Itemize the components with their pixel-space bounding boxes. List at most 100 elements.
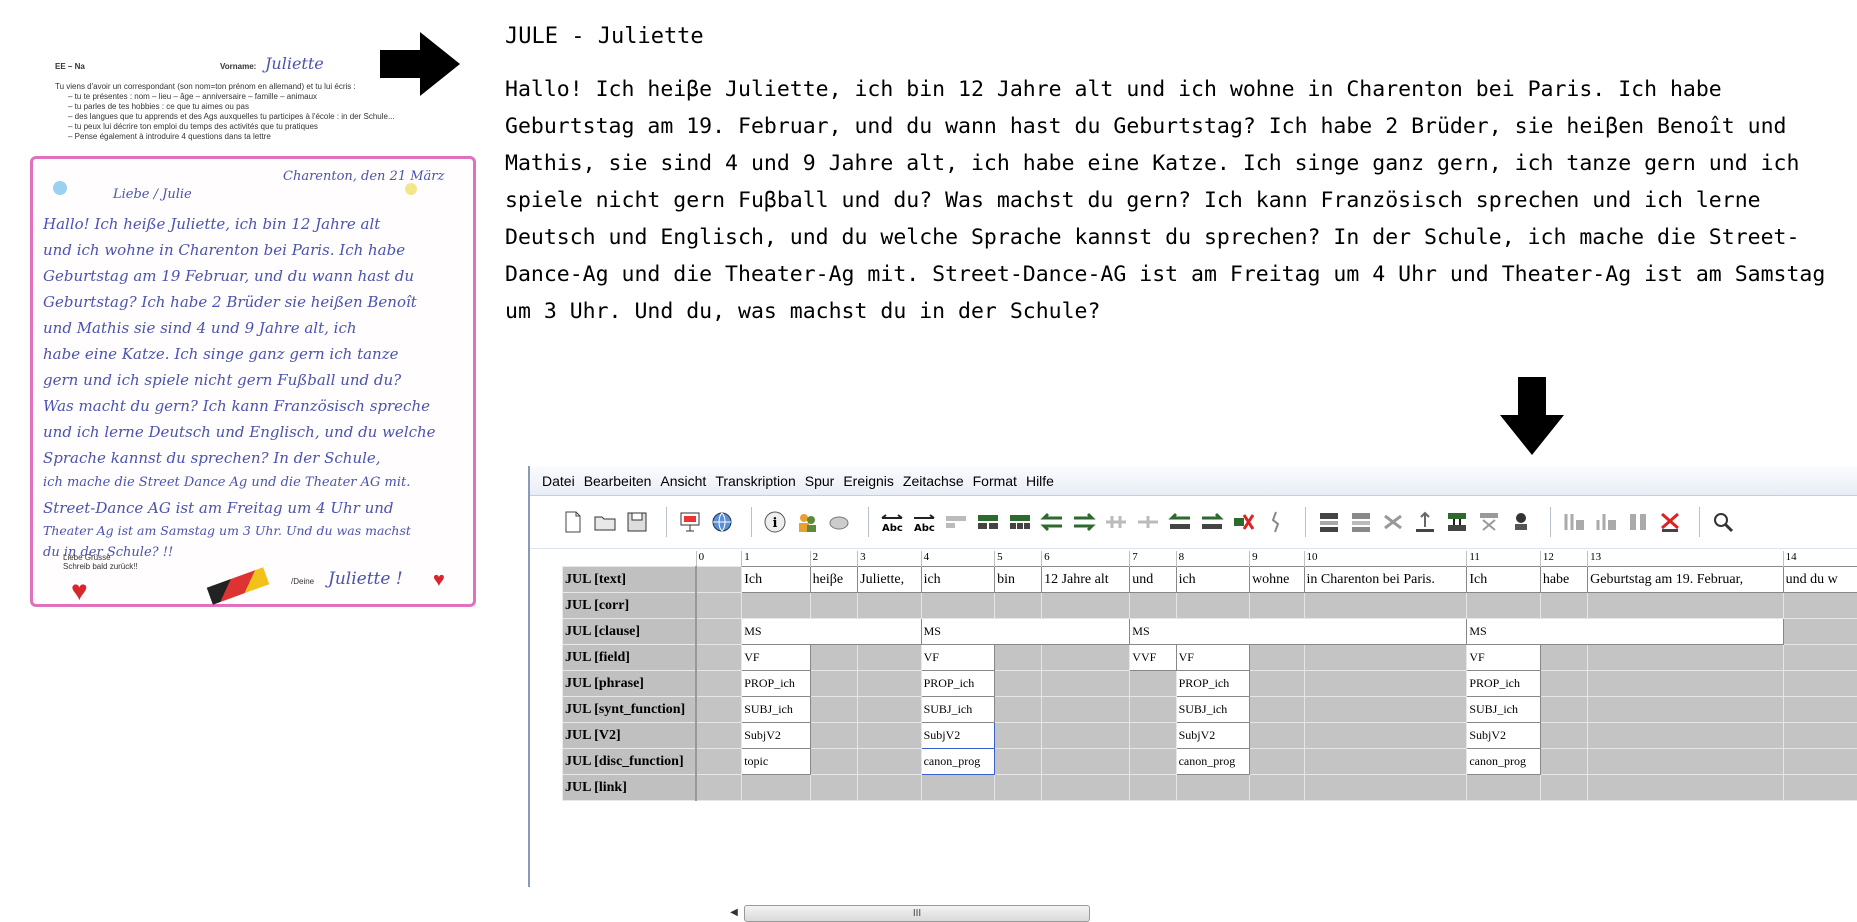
event-cell[interactable]: MS	[742, 619, 921, 645]
timeline-split-icon[interactable]	[1625, 509, 1651, 535]
tier-label[interactable]: JUL [V2]	[563, 723, 697, 749]
menu-format[interactable]: Format	[973, 473, 1017, 489]
column-header[interactable]: 10	[1304, 551, 1467, 567]
split-event-icon[interactable]: Abc	[879, 509, 905, 535]
event-cell[interactable]: MS	[1130, 619, 1467, 645]
menu-transkription[interactable]: Transkription	[715, 473, 795, 489]
break-icon[interactable]	[1263, 509, 1289, 535]
event-cell[interactable]: VF	[742, 645, 810, 671]
column-header[interactable]: 12	[1540, 551, 1587, 567]
tier-label[interactable]: JUL [field]	[563, 645, 697, 671]
tier-label[interactable]: JUL [link]	[563, 775, 697, 801]
tier-remove-icon[interactable]	[1380, 509, 1406, 535]
grid-disabled-icon[interactable]	[943, 509, 969, 535]
extend-left-icon[interactable]	[1167, 509, 1193, 535]
event-cell[interactable]: SubjV2	[1467, 723, 1541, 749]
column-header[interactable]: 2	[810, 551, 858, 567]
horizontal-scrollbar[interactable]: ◀ III	[726, 904, 1086, 921]
event-cell[interactable]: topic	[742, 749, 810, 775]
event-cell[interactable]: Geburtstag am 19. Februar,	[1588, 567, 1783, 593]
tier-swap-icon[interactable]	[1444, 509, 1470, 535]
event-cell[interactable]: wohne	[1250, 567, 1304, 593]
column-header[interactable]: 4	[921, 551, 995, 567]
globe-icon[interactable]	[709, 509, 735, 535]
event-cell[interactable]: Juliette,	[858, 567, 921, 593]
menu-spur[interactable]: Spur	[805, 473, 835, 489]
menu-ereignis[interactable]: Ereignis	[843, 473, 894, 489]
column-header[interactable]: 8	[1176, 551, 1250, 567]
column-header[interactable]: 11	[1467, 551, 1541, 567]
event-cell[interactable]: heiβe	[810, 567, 858, 593]
menu-datei[interactable]: Datei	[542, 473, 575, 489]
merge-event-icon[interactable]: Abc	[911, 509, 937, 535]
event-cell[interactable]: MS	[921, 619, 1130, 645]
menu-ansicht[interactable]: Ansicht	[660, 473, 706, 489]
tier-properties-icon[interactable]	[1348, 509, 1374, 535]
event-cell[interactable]: canon_prog	[1467, 749, 1541, 775]
event-cell[interactable]: Ich	[1467, 567, 1541, 593]
event-cell[interactable]: VF	[1467, 645, 1541, 671]
search-icon[interactable]	[1710, 509, 1736, 535]
tier-up-icon[interactable]	[1412, 509, 1438, 535]
event-cell[interactable]: SUBJ_ich	[1176, 697, 1250, 723]
move-left-icon[interactable]	[1039, 509, 1065, 535]
column-header[interactable]: 13	[1588, 551, 1783, 567]
column-header[interactable]: 7	[1130, 551, 1176, 567]
tier-label[interactable]: JUL [synt_function]	[563, 697, 697, 723]
event-cell[interactable]: und du w	[1783, 567, 1857, 593]
event-cell[interactable]: und	[1130, 567, 1176, 593]
event-cell[interactable]: Ich	[742, 567, 810, 593]
scrollbar-thumb[interactable]: III	[744, 905, 1090, 922]
event-cell[interactable]: MS	[1467, 619, 1783, 645]
tier-label[interactable]: JUL [phrase]	[563, 671, 697, 697]
insert-row-icon[interactable]	[975, 509, 1001, 535]
event-cell[interactable]: ich	[921, 567, 995, 593]
column-header[interactable]: 5	[995, 551, 1042, 567]
event-cell[interactable]: 12 Jahre alt	[1042, 567, 1130, 593]
menu-bearbeiten[interactable]: Bearbeiten	[584, 473, 652, 489]
event-cell[interactable]: PROP_ich	[1467, 671, 1541, 697]
tier-label[interactable]: JUL [clause]	[563, 619, 697, 645]
event-cell[interactable]: SUBJ_ich	[921, 697, 995, 723]
save-icon[interactable]	[624, 509, 650, 535]
tier-insert-icon[interactable]	[1316, 509, 1342, 535]
event-cell[interactable]: SubjV2	[921, 723, 995, 749]
event-cell[interactable]: PROP_ich	[1176, 671, 1250, 697]
column-header[interactable]: 0	[696, 551, 742, 567]
event-cell[interactable]: PROP_ich	[742, 671, 810, 697]
event-cell[interactable]: PROP_ich	[921, 671, 995, 697]
audio-icon[interactable]	[826, 509, 852, 535]
new-file-icon[interactable]	[560, 509, 586, 535]
column-header[interactable]: 6	[1042, 551, 1130, 567]
event-cell[interactable]: VF	[1176, 645, 1250, 671]
event-cell[interactable]: SUBJ_ich	[1467, 697, 1541, 723]
event-cell[interactable]: VVF	[1130, 645, 1176, 671]
delete-event-icon[interactable]	[1231, 509, 1257, 535]
open-folder-icon[interactable]	[592, 509, 618, 535]
event-cell[interactable]	[696, 567, 742, 593]
scroll-left-icon[interactable]: ◀	[726, 904, 742, 921]
column-header[interactable]: 14	[1783, 551, 1857, 567]
shift-left-disabled-icon[interactable]	[1103, 509, 1129, 535]
event-cell[interactable]: ich	[1176, 567, 1250, 593]
extend-right-icon[interactable]	[1199, 509, 1225, 535]
event-cell[interactable]: canon_prog	[1176, 749, 1250, 775]
shift-right-disabled-icon[interactable]	[1135, 509, 1161, 535]
presentation-icon[interactable]	[677, 509, 703, 535]
stamp-icon[interactable]	[1508, 509, 1534, 535]
tier-label[interactable]: JUL [corr]	[563, 593, 697, 619]
event-cell[interactable]: SubjV2	[742, 723, 810, 749]
move-right-icon[interactable]	[1071, 509, 1097, 535]
tier-merge-icon[interactable]	[1476, 509, 1502, 535]
menu-zeitachse[interactable]: Zeitachse	[903, 473, 964, 489]
timeline-add-icon[interactable]	[1593, 509, 1619, 535]
event-cell[interactable]: SUBJ_ich	[742, 697, 810, 723]
tier-label[interactable]: JUL [text]	[563, 567, 697, 593]
insert-rows-icon[interactable]	[1007, 509, 1033, 535]
menu-hilfe[interactable]: Hilfe	[1026, 473, 1054, 489]
timeline-delete-icon[interactable]	[1657, 509, 1683, 535]
event-cell[interactable]: VF	[921, 645, 995, 671]
event-cell[interactable]: SubjV2	[1176, 723, 1250, 749]
event-cell[interactable]: bin	[995, 567, 1042, 593]
column-header[interactable]: 1	[742, 551, 810, 567]
